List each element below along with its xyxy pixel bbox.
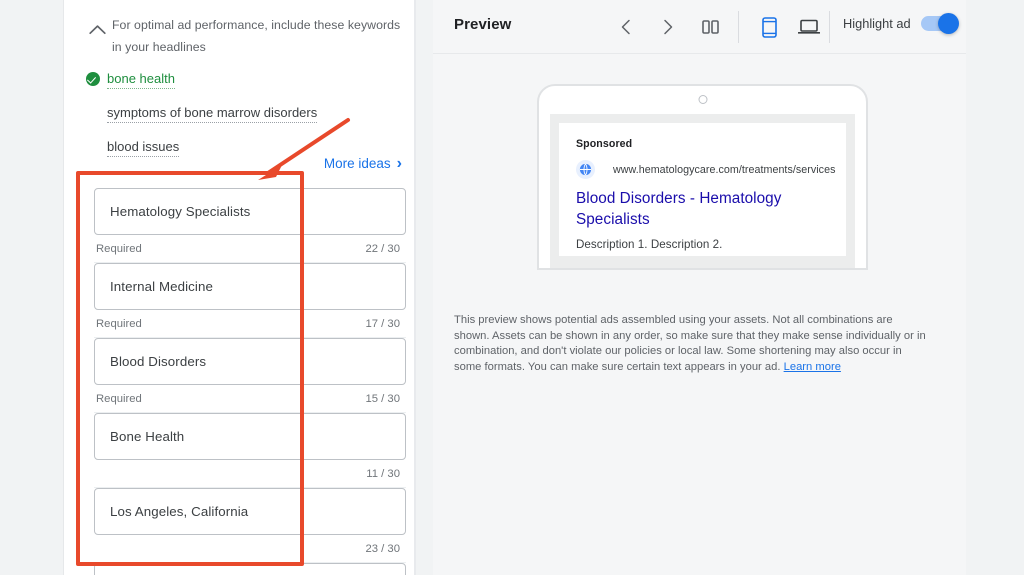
required-label: Required (96, 392, 142, 405)
headline-value: Los Angeles, California (110, 504, 249, 519)
keyword-hint-text: For optimal ad performance, include thes… (112, 18, 401, 54)
headline-meta: Required 15 / 30 (94, 385, 406, 413)
preview-title: Preview (454, 16, 512, 33)
globe-icon (576, 160, 595, 179)
chevron-right-icon[interactable] (654, 13, 682, 41)
assets-content: For optimal ad performance, include thes… (86, 0, 416, 575)
keyword-label: blood issues (107, 138, 180, 157)
keyword-item[interactable]: symptoms of bone marrow disorders (86, 100, 416, 126)
ad-description: Description 1. Description 2. (576, 238, 723, 251)
char-counter: 11 / 30 (366, 467, 400, 480)
phone-screen: Sponsored www.hematologycare.com/treatme… (550, 114, 855, 268)
toolbar-separator (738, 11, 739, 43)
headline-input[interactable]: Headline (94, 563, 406, 575)
headline-value: Bone Health (110, 429, 185, 444)
headline-fields-list: Hematology Specialists Required 22 / 30 … (94, 188, 406, 575)
headline-field-2: Internal Medicine Required 17 / 30 (94, 263, 406, 338)
headline-field-6: Headline 0 / 30 (94, 563, 406, 575)
char-counter: 15 / 30 (365, 392, 400, 405)
preview-toolbar: Preview Highlight ad (433, 0, 966, 54)
headline-input[interactable]: Bone Health (94, 413, 406, 460)
more-ideas-link[interactable]: More ideas › (323, 155, 402, 172)
mobile-phone-icon[interactable] (755, 13, 783, 41)
phone-mockup: Sponsored www.hematologycare.com/treatme… (537, 84, 868, 270)
ad-display-url: www.hematologycare.com/treatments/servic… (613, 163, 836, 176)
headline-meta: Required 22 / 30 (94, 235, 406, 263)
ad-url-row: www.hematologycare.com/treatments/servic… (576, 160, 835, 179)
toggle-knob (937, 13, 959, 34)
assets-left-column: For optimal ad performance, include thes… (63, 0, 415, 575)
headline-field-3: Blood Disorders Required 15 / 30 (94, 338, 406, 413)
highlight-ad-toggle[interactable]: Highlight ad (843, 13, 959, 34)
phone-camera-icon (698, 95, 707, 104)
chevron-right-icon: › (396, 155, 402, 172)
preview-panel: Preview Highlight ad Sponsored www.hemat… (433, 0, 966, 575)
required-label: Required (96, 242, 142, 255)
headline-field-4: Bone Health 11 / 30 (94, 413, 406, 488)
ad-headline[interactable]: Blood Disorders - Hematology Specialists (576, 188, 801, 230)
ad-preview-card: Sponsored www.hematologycare.com/treatme… (559, 123, 846, 256)
headline-value: Hematology Specialists (110, 204, 251, 219)
required-label: Required (96, 317, 142, 330)
headline-field-1: Hematology Specialists Required 22 / 30 (94, 188, 406, 263)
char-counter: 22 / 30 (365, 242, 400, 255)
chevron-left-icon[interactable] (612, 13, 640, 41)
disclaimer-text: This preview shows potential ads assembl… (454, 314, 926, 373)
more-ideas-label: More ideas (323, 156, 391, 171)
toolbar-separator (829, 11, 830, 43)
check-circle-icon (86, 72, 100, 86)
panel-divider (414, 0, 416, 575)
split-view-icon[interactable] (696, 13, 724, 41)
keyword-item[interactable]: bone health (86, 66, 416, 92)
headline-input[interactable]: Los Angeles, California (94, 488, 406, 535)
headline-value: Blood Disorders (110, 354, 207, 369)
char-counter: 17 / 30 (365, 317, 400, 330)
toggle-track[interactable] (920, 13, 959, 34)
learn-more-link[interactable]: Learn more (784, 361, 841, 373)
headline-meta: Required 17 / 30 (94, 310, 406, 338)
char-counter: 23 / 30 (365, 542, 400, 555)
highlight-ad-label: Highlight ad (843, 16, 911, 31)
headline-input[interactable]: Hematology Specialists (94, 188, 406, 235)
headline-field-5: Los Angeles, California 23 / 30 (94, 488, 406, 563)
headline-meta: 23 / 30 (94, 535, 406, 563)
headline-value: Internal Medicine (110, 279, 213, 294)
keyword-label: bone health (107, 70, 175, 89)
laptop-icon[interactable] (795, 13, 823, 41)
chevron-up-icon[interactable] (86, 24, 108, 35)
keyword-suggestions-list: bone health symptoms of bone marrow diso… (86, 66, 416, 168)
preview-disclaimer: This preview shows potential ads assembl… (454, 313, 929, 375)
keyword-hint-block: For optimal ad performance, include thes… (86, 14, 406, 58)
headline-input[interactable]: Internal Medicine (94, 263, 406, 310)
screenshot-root: For optimal ad performance, include thes… (0, 0, 1024, 575)
sponsored-label: Sponsored (576, 138, 633, 150)
headline-input[interactable]: Blood Disorders (94, 338, 406, 385)
keyword-label: symptoms of bone marrow disorders (107, 104, 318, 123)
headline-meta: 11 / 30 (94, 460, 406, 488)
